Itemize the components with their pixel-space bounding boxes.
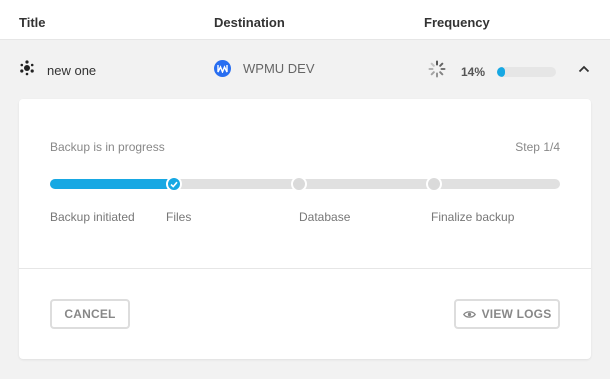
cancel-button[interactable]: CANCEL [50,299,130,329]
progress-status: Backup is in progress [50,140,165,154]
cancel-button-label: CANCEL [64,307,116,321]
step-label-database: Database [299,210,351,224]
table-header: Title Destination Frequency [0,0,610,40]
destination-name: WPMU DEV [243,61,315,76]
progress-fill [50,179,173,189]
panel-divider [19,268,591,269]
view-logs-button-label: VIEW LOGS [481,307,552,321]
wpmu-dev-icon [214,60,231,77]
row-title-cell: new one [19,60,96,81]
step-marker-files [165,176,182,192]
spinner-icon [428,60,446,83]
row-destination-cell: WPMU DEV [214,60,315,77]
hub-icon [19,60,35,81]
column-header-title: Title [19,15,46,30]
step-label-files: Files [166,210,192,224]
backup-row[interactable]: new one WPMU DEV 14% [0,40,610,98]
view-logs-button[interactable]: VIEW LOGS [454,299,560,329]
backup-progress-panel: Backup is in progress Step 1/4 Backup in… [19,99,591,359]
column-header-frequency: Frequency [424,15,490,30]
row-progress-bar [497,66,557,77]
step-label-initiated: Backup initiated [50,210,135,224]
check-icon [170,181,178,188]
row-progress-fill [497,66,506,77]
chevron-up-icon[interactable] [576,61,592,77]
eye-icon [462,310,476,318]
progress-track [50,176,560,192]
step-label-finalize: Finalize backup [431,210,515,224]
step-marker-finalize [426,176,443,192]
step-counter: Step 1/4 [515,140,560,154]
step-marker-database [290,176,307,192]
backup-name: new one [47,63,97,78]
progress-percent: 14% [461,64,486,79]
row-progress-cell: 14% [428,60,557,83]
column-header-destination: Destination [214,15,285,30]
